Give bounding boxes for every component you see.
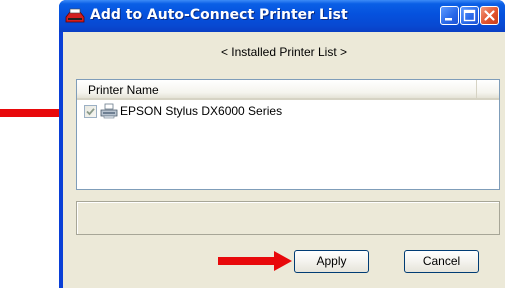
printer-icon — [100, 103, 118, 119]
minimize-icon — [445, 18, 452, 21]
column-header-label: Printer Name — [88, 83, 159, 97]
minimize-button[interactable] — [440, 6, 459, 25]
installed-printer-list-heading: < Installed Printer List > — [220, 45, 348, 59]
title-bar[interactable]: Add to Auto-Connect Printer List — [59, 0, 505, 32]
maximize-button[interactable] — [460, 6, 479, 25]
dialog-window: Add to Auto-Connect Printer List < Insta… — [59, 0, 505, 288]
screenshot-stage: Add to Auto-Connect Printer List < Insta… — [0, 0, 505, 288]
status-panel — [76, 201, 500, 235]
list-header: Printer Name — [77, 80, 499, 100]
maximize-icon — [463, 9, 476, 22]
dialog-body: < Installed Printer List > Printer Name — [63, 32, 505, 288]
red-arrow-apply — [218, 251, 292, 271]
printer-name: EPSON Stylus DX6000 Series — [120, 104, 283, 118]
close-icon — [484, 10, 495, 21]
close-button[interactable] — [480, 6, 499, 25]
printer-list[interactable]: Printer Name EPSON Stylus DX6000 Series — [76, 79, 500, 190]
apply-button[interactable]: Apply — [294, 250, 369, 273]
column-header-printer-name[interactable]: Printer Name — [77, 80, 477, 98]
printer-app-icon — [65, 8, 85, 23]
printer-checkbox[interactable] — [84, 105, 97, 118]
cancel-button[interactable]: Cancel — [404, 250, 479, 273]
window-title: Add to Auto-Connect Printer List — [90, 7, 348, 23]
list-item[interactable]: EPSON Stylus DX6000 Series — [77, 102, 499, 120]
checkmark-icon — [86, 108, 95, 116]
